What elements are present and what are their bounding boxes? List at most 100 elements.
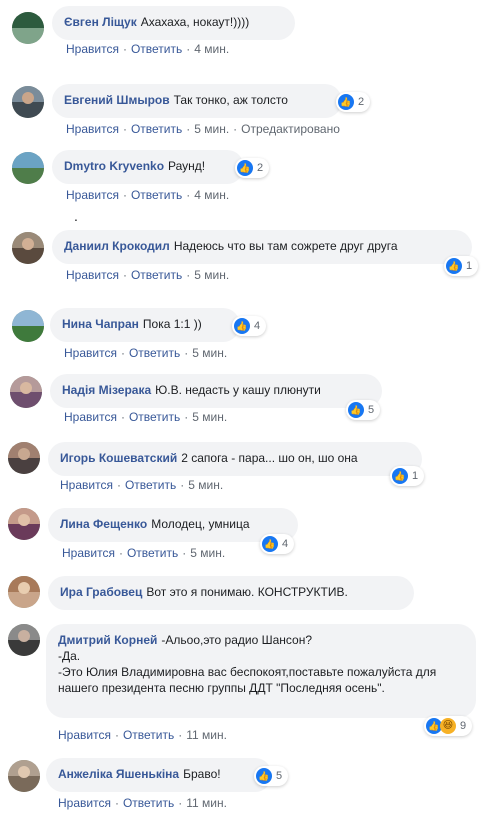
reply-link[interactable]: Ответить: [123, 796, 174, 810]
comment-text: Раунд!: [168, 159, 206, 173]
reaction-count: 5: [368, 404, 375, 416]
comment-bubble: Евгений Шмыров Так тонко, аж толсто: [52, 84, 342, 118]
timestamp[interactable]: 4 мин.: [194, 42, 229, 56]
like-reaction-icon: 👍: [237, 160, 253, 176]
reply-link[interactable]: Ответить: [131, 188, 182, 202]
avatar[interactable]: [8, 624, 40, 656]
comment-actions: Нравится · Ответить · 11 мин.: [58, 728, 227, 742]
comment-actions: Нравится · Ответить · 4 мин.: [66, 42, 230, 56]
comment-author[interactable]: Евгений Шмыров: [64, 93, 170, 107]
comment-author[interactable]: Євген Ліщук: [64, 15, 137, 29]
like-link[interactable]: Нравится: [64, 346, 117, 360]
avatar[interactable]: [12, 86, 44, 118]
avatar[interactable]: [10, 376, 42, 408]
comment-bubble: Dmytro Kryvenko Раунд!: [52, 150, 244, 184]
like-link[interactable]: Нравится: [60, 478, 113, 492]
timestamp[interactable]: 5 мин.: [194, 268, 229, 282]
comment-text: Ахахаха, нокаут!)))): [140, 15, 250, 29]
reaction-summary[interactable]: 👍 4: [260, 534, 295, 554]
comment-author[interactable]: Надія Мізерака: [62, 383, 151, 397]
reaction-summary[interactable]: 👍 2: [235, 158, 270, 178]
reply-link[interactable]: Ответить: [127, 546, 178, 560]
comment-bubble: Анжеліка Яшенькіна Браво!: [46, 758, 272, 792]
comment-bubble: Ира Грабовец Вот это я понимаю. КОНСТРУКТ…: [48, 576, 414, 610]
reply-link[interactable]: Ответить: [131, 122, 182, 136]
like-link[interactable]: Нравится: [58, 796, 111, 810]
like-reaction-icon: 👍: [262, 536, 278, 552]
edited-label[interactable]: Отредактировано: [241, 122, 340, 136]
reaction-summary[interactable]: 👍 1: [444, 256, 479, 276]
comment-text: Молодец, умница: [151, 517, 250, 531]
comment-actions: Нравится · Ответить · 5 мин.: [60, 478, 224, 492]
comment-author[interactable]: Игорь Кошеватский: [60, 451, 177, 465]
like-reaction-icon: 👍: [256, 768, 272, 784]
reaction-count: 1: [466, 260, 473, 272]
reaction-count: 9: [460, 720, 467, 732]
comment-actions: Нравится · Ответить · 5 мин.: [64, 410, 228, 424]
like-reaction-icon: 👍: [446, 258, 462, 274]
stray-text: .: [74, 208, 78, 224]
reaction-summary[interactable]: 👍 2: [336, 92, 371, 112]
reaction-count: 4: [282, 538, 289, 550]
timestamp[interactable]: 5 мин.: [188, 478, 223, 492]
timestamp[interactable]: 5 мин.: [192, 346, 227, 360]
comment-bubble: Лина Фещенко Молодец, умница: [48, 508, 298, 542]
like-link[interactable]: Нравится: [66, 268, 119, 282]
reaction-summary[interactable]: 👍 5: [346, 400, 381, 420]
like-link[interactable]: Нравится: [64, 410, 117, 424]
comment-author[interactable]: Dmytro Kryvenko: [64, 159, 164, 173]
avatar[interactable]: [12, 310, 44, 342]
reaction-summary[interactable]: 👍 1: [390, 466, 425, 486]
like-reaction-icon: 👍: [234, 318, 250, 334]
comment-text: Ю.В. недасть у кашу плюнути: [155, 383, 321, 397]
like-link[interactable]: Нравится: [58, 728, 111, 742]
comment-text: Надеюсь что вы там сожрете друг друга: [173, 239, 398, 253]
like-link[interactable]: Нравится: [66, 188, 119, 202]
reaction-count: 2: [257, 162, 264, 174]
reply-link[interactable]: Ответить: [125, 478, 176, 492]
avatar[interactable]: [8, 442, 40, 474]
comment-author[interactable]: Лина Фещенко: [60, 517, 147, 531]
reaction-summary[interactable]: 👍 😆 9: [424, 716, 473, 736]
timestamp[interactable]: 5 мин.: [194, 122, 229, 136]
timestamp[interactable]: 5 мин.: [192, 410, 227, 424]
comment-author[interactable]: Анжеліка Яшенькіна: [58, 767, 179, 781]
comment-actions: Нравится · Ответить · 5 мин.: [66, 268, 230, 282]
comment-author[interactable]: Дмитрий Корней: [58, 633, 157, 647]
avatar[interactable]: [8, 576, 40, 608]
timestamp[interactable]: 11 мин.: [186, 796, 227, 810]
reply-link[interactable]: Ответить: [123, 728, 174, 742]
comment-actions: Нравится · Ответить · 5 мин.: [62, 546, 226, 560]
avatar[interactable]: [8, 760, 40, 792]
avatar[interactable]: [12, 12, 44, 44]
avatar[interactable]: [8, 508, 40, 540]
reply-link[interactable]: Ответить: [131, 42, 182, 56]
comment-actions: Нравится · Ответить · 5 мин. · Отредактировано: [66, 122, 340, 136]
comment-bubble: Даниил Крокодил Надеюсь что вы там сожрет…: [52, 230, 472, 264]
comment-text: Вот это я понимаю. КОНСТРУКТИВ.: [146, 585, 348, 599]
reaction-summary[interactable]: 👍 4: [232, 316, 267, 336]
comment-actions: Нравится · Ответить · 4 мин.: [66, 188, 230, 202]
comment-author[interactable]: Даниил Крокодил: [64, 239, 170, 253]
like-link[interactable]: Нравится: [62, 546, 115, 560]
comment-author[interactable]: Нина Чапран: [62, 317, 139, 331]
haha-reaction-icon: 😆: [440, 718, 456, 734]
timestamp[interactable]: 11 мин.: [186, 728, 227, 742]
comment-author[interactable]: Ира Грабовец: [60, 585, 142, 599]
reaction-count: 4: [254, 320, 261, 332]
reply-link[interactable]: Ответить: [129, 346, 180, 360]
avatar[interactable]: [12, 232, 44, 264]
like-reaction-icon: 👍: [338, 94, 354, 110]
timestamp[interactable]: 4 мин.: [194, 188, 229, 202]
like-link[interactable]: Нравится: [66, 42, 119, 56]
like-link[interactable]: Нравится: [66, 122, 119, 136]
avatar[interactable]: [12, 152, 44, 184]
comment-actions: Нравится · Ответить · 11 мин.: [58, 796, 227, 810]
reply-link[interactable]: Ответить: [129, 410, 180, 424]
like-reaction-icon: 👍: [392, 468, 408, 484]
reaction-summary[interactable]: 👍 5: [254, 766, 289, 786]
comment-bubble: Игорь Кошеватский 2 сапога - пара... шо о…: [48, 442, 422, 476]
comment-text: Пока 1:1 )): [142, 317, 202, 331]
reply-link[interactable]: Ответить: [131, 268, 182, 282]
timestamp[interactable]: 5 мин.: [190, 546, 225, 560]
